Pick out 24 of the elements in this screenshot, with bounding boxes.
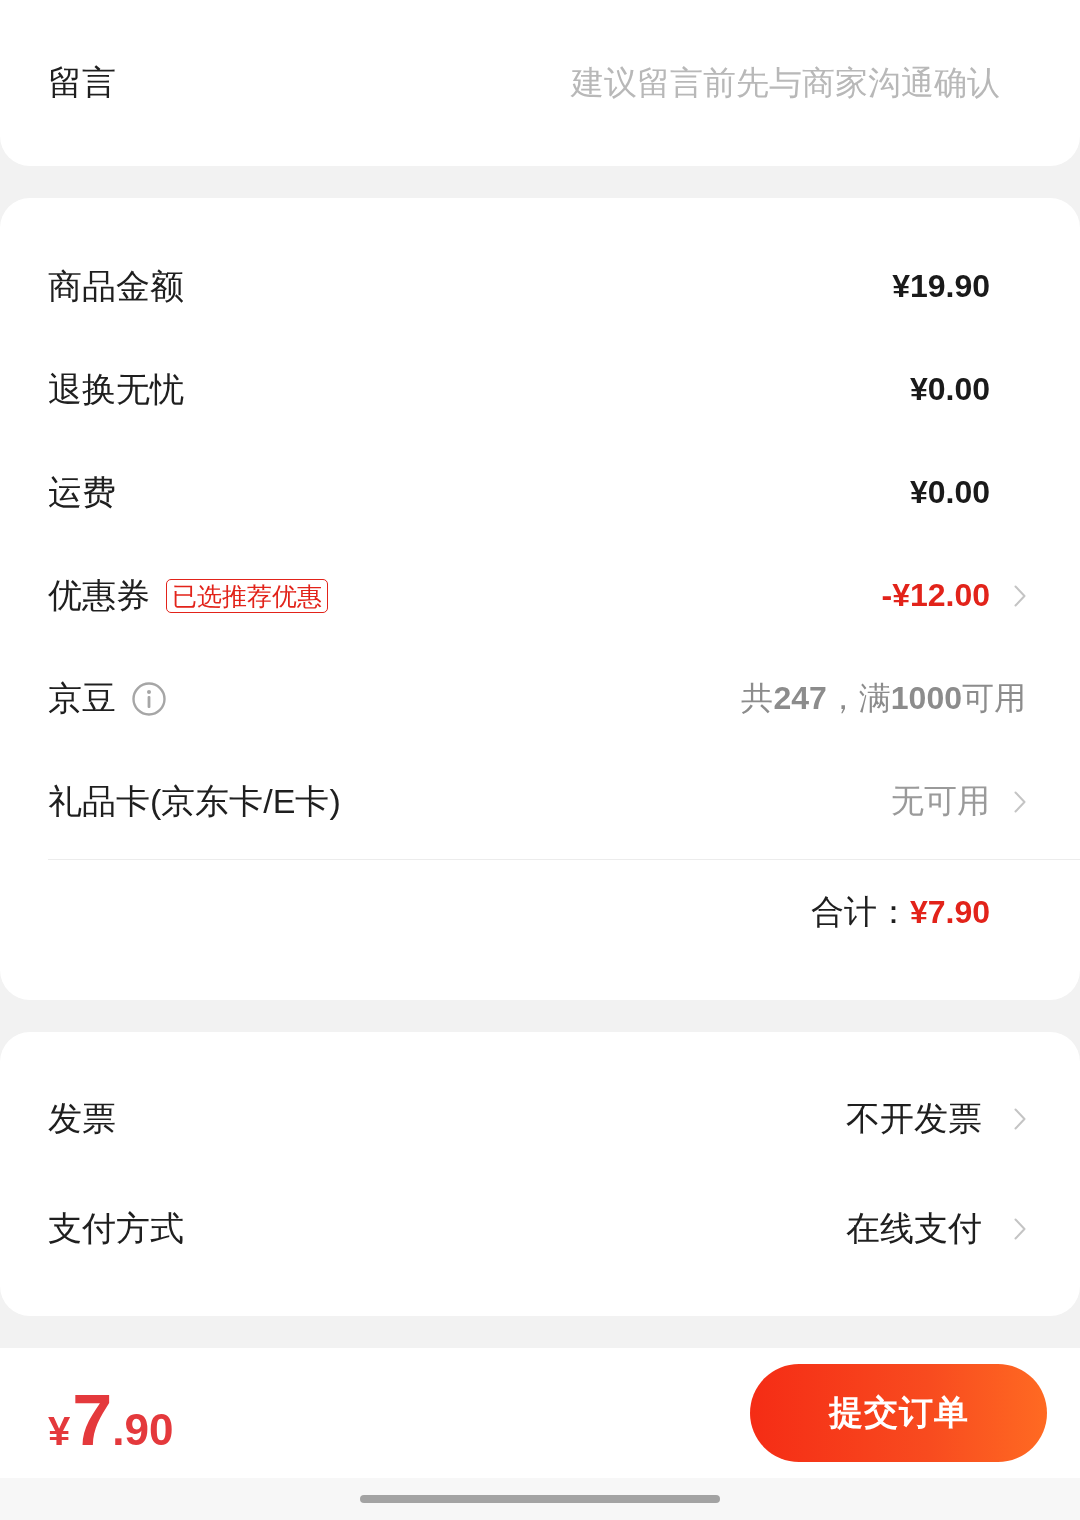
row-label: 优惠券	[48, 574, 150, 616]
row-label: 支付方式	[48, 1208, 184, 1249]
submit-order-button[interactable]: 提交订单	[750, 1364, 1047, 1462]
row-value: 共247，满1000可用	[741, 678, 1026, 718]
row-value: ¥0.00	[909, 371, 990, 408]
row-value: ¥19.90	[892, 268, 990, 305]
coupon-tag: 已选推荐优惠	[166, 578, 328, 613]
row-label: 运费	[48, 471, 116, 513]
row-label: 退换无忧	[48, 368, 184, 410]
total-value: ¥7.90	[909, 893, 990, 931]
info-icon[interactable]	[132, 681, 166, 716]
row-label: 礼品卡(京东卡/E卡)	[48, 780, 341, 822]
row-value[interactable]: 无可用	[891, 779, 990, 824]
total-label: 合计：	[810, 891, 910, 932]
row-value: ¥0.00	[909, 474, 990, 511]
remark-field[interactable]: 建议留言前先与商家沟通确认	[156, 60, 1000, 106]
row-label: 商品金额	[48, 265, 184, 307]
row-label: 发票	[48, 1098, 116, 1139]
total-price: ¥7.90	[48, 1384, 174, 1456]
row-value[interactable]: 不开发票	[846, 1096, 982, 1142]
remark-label: 留言	[48, 62, 116, 103]
row-label: 京豆	[48, 677, 116, 719]
row-value[interactable]: 在线支付	[846, 1206, 982, 1252]
row-value[interactable]: -¥12.00	[881, 577, 990, 614]
